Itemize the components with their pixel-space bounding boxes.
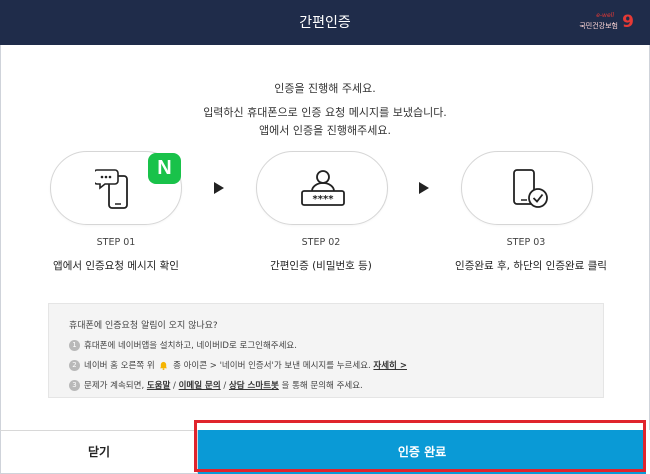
notice-item-text: 종 아이콘 > '네이버 인증서'가 보낸 메시지를 누르세요. — [173, 361, 371, 371]
notice-title: 휴대폰에 인증요청 알림이 오지 않나요? — [69, 321, 218, 331]
separator: / — [223, 381, 227, 391]
number-badge-icon: 1 — [69, 340, 80, 351]
intro-line-2: 입력하신 휴대폰으로 인증 요청 메시지를 보냈습니다. — [203, 106, 447, 119]
step-3-description: 인증완료 후, 하단의 인증완료 클릭 — [455, 260, 607, 272]
step-1-number: STEP 01 — [96, 237, 136, 248]
brand-name: 국민건강보험 — [579, 22, 618, 30]
brand-mark-icon: 9 — [622, 12, 634, 32]
details-link[interactable]: 자세히 > — [373, 361, 407, 371]
notice-item-text: 을 통해 문의해 주세요. — [281, 381, 363, 391]
notice-item: 3 문제가 계속되면, 도움말 / 이메일 문의 / 상담 스마트봇 을 통해 문… — [69, 379, 363, 391]
step-arrow-icon — [214, 182, 224, 194]
brand-small-text: e-well — [596, 12, 614, 19]
phone-message-icon — [95, 169, 128, 209]
confirm-auth-button[interactable]: 인증 완료 — [198, 430, 646, 474]
step-2-number: STEP 02 — [301, 237, 341, 248]
help-notice-box: 휴대폰에 인증요청 알림이 오지 않나요? 1 휴대폰에 네이버앱을 설치하고, … — [48, 303, 604, 398]
number-badge-icon: 2 — [69, 360, 80, 371]
step-1-description: 앱에서 인증요청 메시지 확인 — [53, 260, 179, 272]
smartbot-link[interactable]: 상담 스마트봇 — [229, 381, 279, 391]
naver-app-icon: N — [148, 153, 181, 184]
number-badge-icon: 3 — [69, 380, 80, 391]
step-2-description: 간편인증 (비밀번호 등) — [270, 260, 372, 272]
user-password-icon: **** — [301, 170, 345, 206]
bell-icon — [160, 361, 168, 370]
header-bar: 간편인증 e-well 국민건강보험 9 — [0, 0, 650, 45]
brand-logo: e-well 국민건강보험 9 — [574, 12, 634, 34]
step-3-number: STEP 03 — [506, 237, 546, 248]
main-content: 인증을 진행해 주세요. 입력하신 휴대폰으로 인증 요청 메시지를 보냈습니다… — [0, 45, 650, 430]
footer-bar: 닫기 인증 완료 — [0, 430, 650, 474]
close-button[interactable]: 닫기 — [0, 430, 198, 474]
page-title: 간편인증 — [299, 15, 351, 31]
help-link[interactable]: 도움말 — [147, 381, 170, 391]
notice-item-text: 네이버 홈 오른쪽 위 — [84, 361, 155, 371]
email-inquiry-link[interactable]: 이메일 문의 — [179, 381, 221, 391]
step-arrow-icon — [419, 182, 429, 194]
notice-item-text: 문제가 계속되면, — [84, 381, 145, 391]
notice-item: 2 네이버 홈 오른쪽 위 종 아이콘 > '네이버 인증서'가 보낸 메시지를 … — [69, 359, 407, 371]
svg-text:****: **** — [313, 194, 335, 205]
step-2-card: **** — [256, 151, 388, 225]
phone-check-icon — [513, 169, 548, 208]
step-3-card — [461, 151, 593, 225]
notice-item-text: 휴대폰에 네이버앱을 설치하고, 네이버ID로 로그인해주세요. — [84, 341, 297, 351]
intro-line-3: 앱에서 인증을 진행해주세요. — [259, 124, 391, 137]
separator: / — [173, 381, 176, 391]
intro-heading: 인증을 진행해 주세요. — [274, 82, 376, 95]
notice-item: 1 휴대폰에 네이버앱을 설치하고, 네이버ID로 로그인해주세요. — [69, 339, 297, 351]
